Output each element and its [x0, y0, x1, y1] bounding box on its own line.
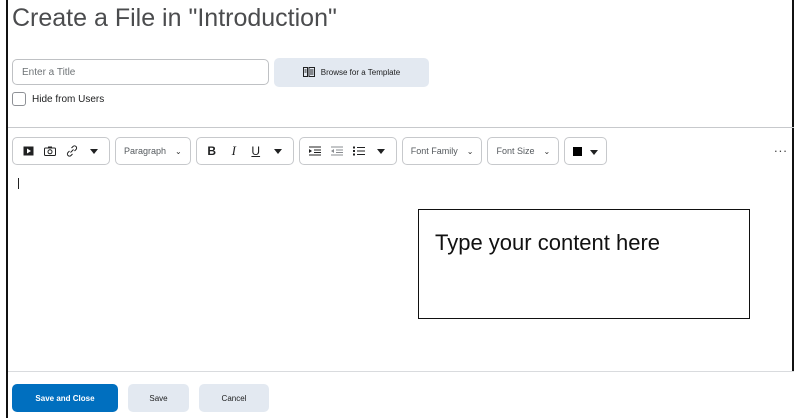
font-size-dropdown[interactable]: Font Size ⌄: [487, 137, 560, 165]
footer-bar: [8, 371, 794, 418]
browse-template-label: Browse for a Template: [320, 68, 401, 77]
insert-group: [12, 137, 110, 165]
alignment-more-dropdown-icon[interactable]: [371, 141, 391, 161]
title-input[interactable]: [12, 59, 269, 85]
cancel-button[interactable]: Cancel: [199, 384, 269, 412]
chevron-down-icon: ⌄: [175, 146, 182, 156]
font-family-dropdown[interactable]: Font Family ⌄: [401, 137, 483, 165]
underline-button[interactable]: U: [246, 141, 266, 161]
hide-from-users-checkbox[interactable]: [12, 92, 26, 106]
link-icon[interactable]: [62, 141, 82, 161]
more-options-button[interactable]: ...: [774, 141, 788, 155]
format-group: B I U: [195, 137, 294, 165]
insert-stuff-icon[interactable]: [18, 141, 38, 161]
alignment-group: [298, 137, 397, 165]
color-swatch-icon[interactable]: [573, 146, 583, 156]
template-icon: [302, 66, 315, 79]
save-button[interactable]: Save: [128, 384, 189, 412]
insert-more-dropdown-icon[interactable]: [84, 141, 104, 161]
bullet-list-icon[interactable]: [349, 141, 369, 161]
browse-template-button[interactable]: Browse for a Template: [274, 58, 429, 87]
page-title: Create a File in "Introduction": [12, 4, 337, 32]
text-cursor: [18, 178, 19, 189]
format-more-dropdown-icon[interactable]: [268, 141, 288, 161]
text-color-group[interactable]: [564, 137, 608, 165]
editor-toolbar: Paragraph ⌄ B I U Font Family ⌄ Font Siz…: [12, 137, 612, 165]
outdent-icon[interactable]: [327, 141, 347, 161]
save-and-close-button[interactable]: Save and Close: [12, 384, 118, 412]
color-dropdown-icon[interactable]: [590, 142, 599, 160]
font-size-label: Font Size: [496, 146, 535, 156]
font-family-label: Font Family: [410, 146, 458, 156]
content-annotation-box: Type your content here: [418, 209, 750, 319]
paragraph-dropdown[interactable]: Paragraph ⌄: [115, 137, 191, 165]
indent-icon[interactable]: [305, 141, 325, 161]
camera-icon[interactable]: [40, 141, 60, 161]
hide-from-users-row[interactable]: Hide from Users: [12, 92, 104, 106]
italic-button[interactable]: I: [224, 141, 244, 161]
chevron-down-icon: ⌄: [543, 146, 551, 156]
hide-from-users-label: Hide from Users: [32, 93, 105, 105]
paragraph-label: Paragraph: [124, 146, 167, 156]
bold-button[interactable]: B: [202, 141, 222, 161]
chevron-down-icon: ⌄: [466, 146, 474, 156]
content-annotation-text: Type your content here: [435, 230, 661, 255]
